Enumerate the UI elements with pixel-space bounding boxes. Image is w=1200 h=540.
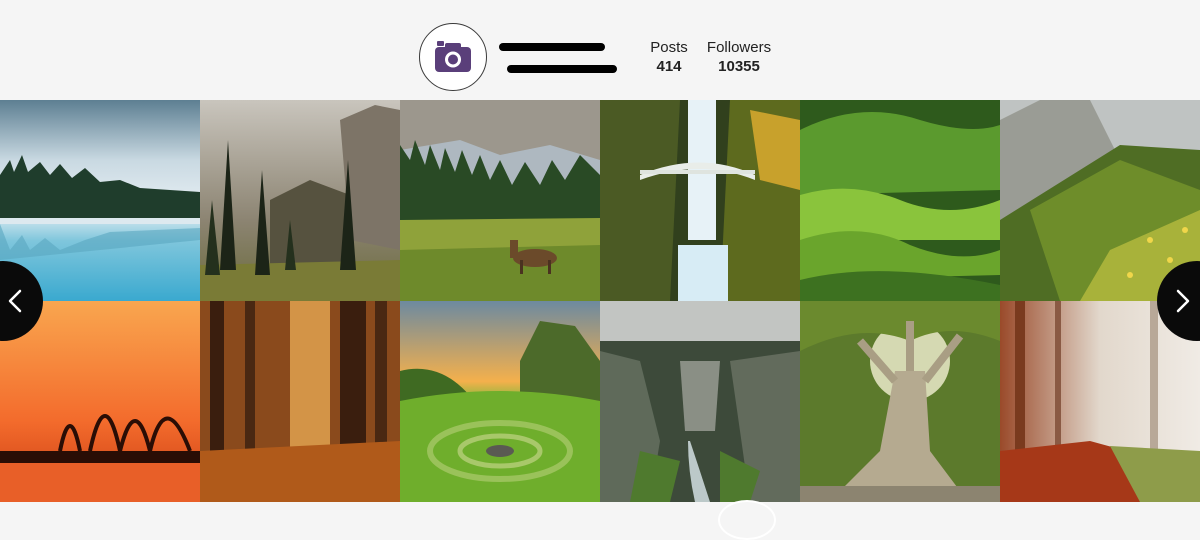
profile-username[interactable]: •••••••••••••• [497, 38, 605, 54]
gallery-photo-deer-in-meadow[interactable] [400, 100, 600, 301]
followers-count: 10355 [718, 58, 760, 75]
gallery-photo-autumn-forest-sunlight[interactable] [200, 301, 400, 502]
gallery-photo-giant-tree-sunburst[interactable] [800, 301, 1000, 502]
profile-names: •••••••••••••• @•••••••••••••••• [497, 38, 617, 76]
scroll-indicator[interactable] [718, 500, 776, 540]
gallery-photo-waterfall-bridge[interactable] [600, 100, 800, 301]
gallery-photo-forest-cliff-sunset[interactable] [200, 100, 400, 301]
profile-handle: @•••••••••••••••• [497, 60, 617, 76]
gallery-photo-green-valley-stone-circle[interactable] [400, 301, 600, 502]
gallery-photo-rocky-canyon-river[interactable] [600, 301, 800, 502]
avatar[interactable] [419, 23, 487, 91]
followers-stat: Followers 10355 [704, 39, 774, 77]
photo-gallery [0, 100, 1200, 502]
camera-icon [435, 41, 471, 72]
redaction-bar [499, 43, 605, 51]
chevron-left-icon [8, 289, 22, 313]
chevron-right-icon [1176, 289, 1190, 313]
redaction-bar [507, 65, 617, 73]
followers-label: Followers [706, 39, 772, 56]
posts-label: Posts [650, 39, 688, 56]
gallery-photo-orange-sunset-lake[interactable] [0, 301, 200, 502]
gallery-photo-green-rolling-hills[interactable] [800, 100, 1000, 301]
posts-count: 414 [656, 58, 682, 75]
posts-stat: Posts 414 [647, 39, 691, 77]
profile-header: •••••••••••••• @•••••••••••••••• [419, 22, 617, 92]
